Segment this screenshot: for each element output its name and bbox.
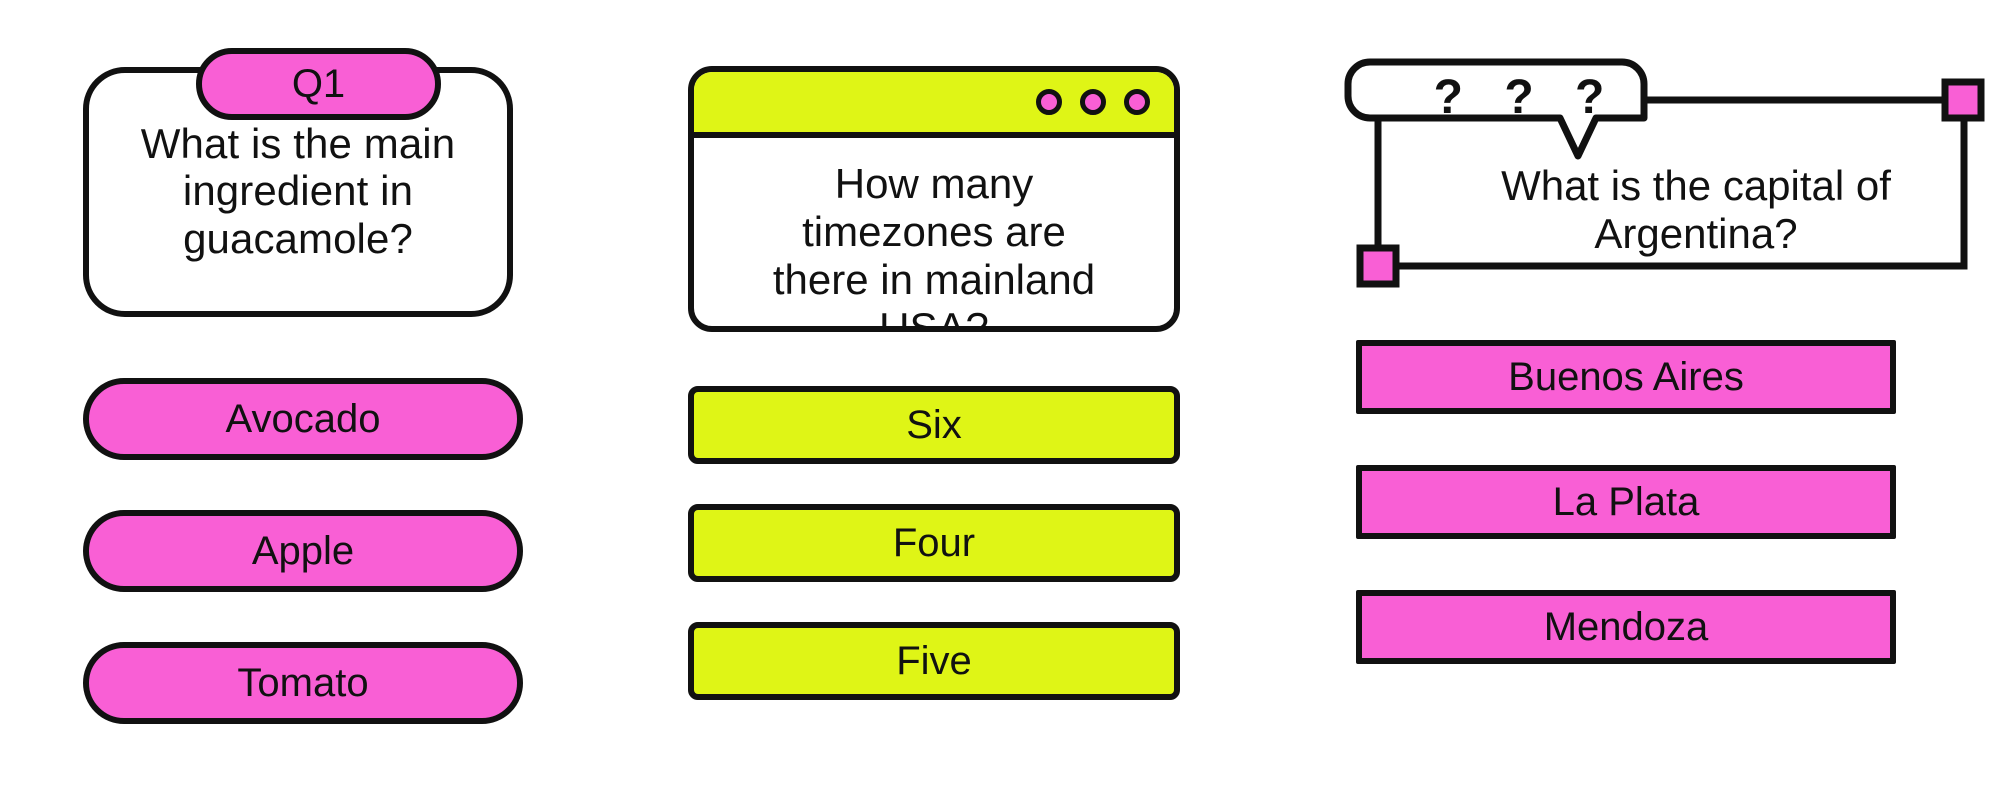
answer-option-mendoza[interactable]: Mendoza bbox=[1356, 590, 1896, 664]
question-text-2: How many timezones are there in mainland… bbox=[694, 138, 1174, 332]
answer-option-tomato[interactable]: Tomato bbox=[83, 642, 523, 724]
question-line: timezones are bbox=[802, 207, 1066, 255]
quiz-card-stage: What is the main ingredient in guacamole… bbox=[0, 0, 2000, 800]
question-line: How many bbox=[834, 160, 1034, 207]
question-line: What is the main bbox=[140, 120, 456, 167]
corner-marker-bottom-left-icon bbox=[1356, 244, 1400, 288]
quiz-card-2: How many timezones are there in mainland… bbox=[688, 0, 1188, 800]
question-line: guacamole? bbox=[183, 214, 413, 262]
answer-option-buenos-aires[interactable]: Buenos Aires bbox=[1356, 340, 1896, 414]
question-window-2: How many timezones are there in mainland… bbox=[688, 66, 1180, 332]
answer-option-six[interactable]: Six bbox=[688, 386, 1180, 464]
answer-option-apple[interactable]: Apple bbox=[83, 510, 523, 592]
question-line: What is the capital of bbox=[1501, 162, 1891, 209]
quiz-card-3: ? ? ? What is the capital of Argentina? … bbox=[1344, 0, 1985, 800]
window-dot-icon-1[interactable] bbox=[1036, 89, 1062, 115]
question-text-1: What is the main ingredient in guacamole… bbox=[83, 120, 513, 262]
answer-option-four[interactable]: Four bbox=[688, 504, 1180, 582]
answer-option-la-plata[interactable]: La Plata bbox=[1356, 465, 1896, 539]
question-text-3: What is the capital of Argentina? bbox=[1416, 162, 1976, 258]
answer-option-avocado[interactable]: Avocado bbox=[83, 378, 523, 460]
question-line: there in mainland bbox=[772, 255, 1096, 303]
quiz-card-1: What is the main ingredient in guacamole… bbox=[78, 0, 528, 800]
question-line: ingredient in bbox=[182, 167, 414, 215]
question-number-badge: Q1 bbox=[196, 48, 441, 120]
question-line: USA? bbox=[879, 303, 989, 332]
answer-option-five[interactable]: Five bbox=[688, 622, 1180, 700]
window-dot-icon-3[interactable] bbox=[1124, 89, 1150, 115]
window-titlebar bbox=[694, 72, 1174, 138]
window-dot-icon-2[interactable] bbox=[1080, 89, 1106, 115]
question-marks-badge: ? ? ? bbox=[1433, 71, 1619, 124]
question-line: Argentina? bbox=[1594, 209, 1798, 257]
corner-marker-top-right-icon bbox=[1941, 78, 1985, 122]
